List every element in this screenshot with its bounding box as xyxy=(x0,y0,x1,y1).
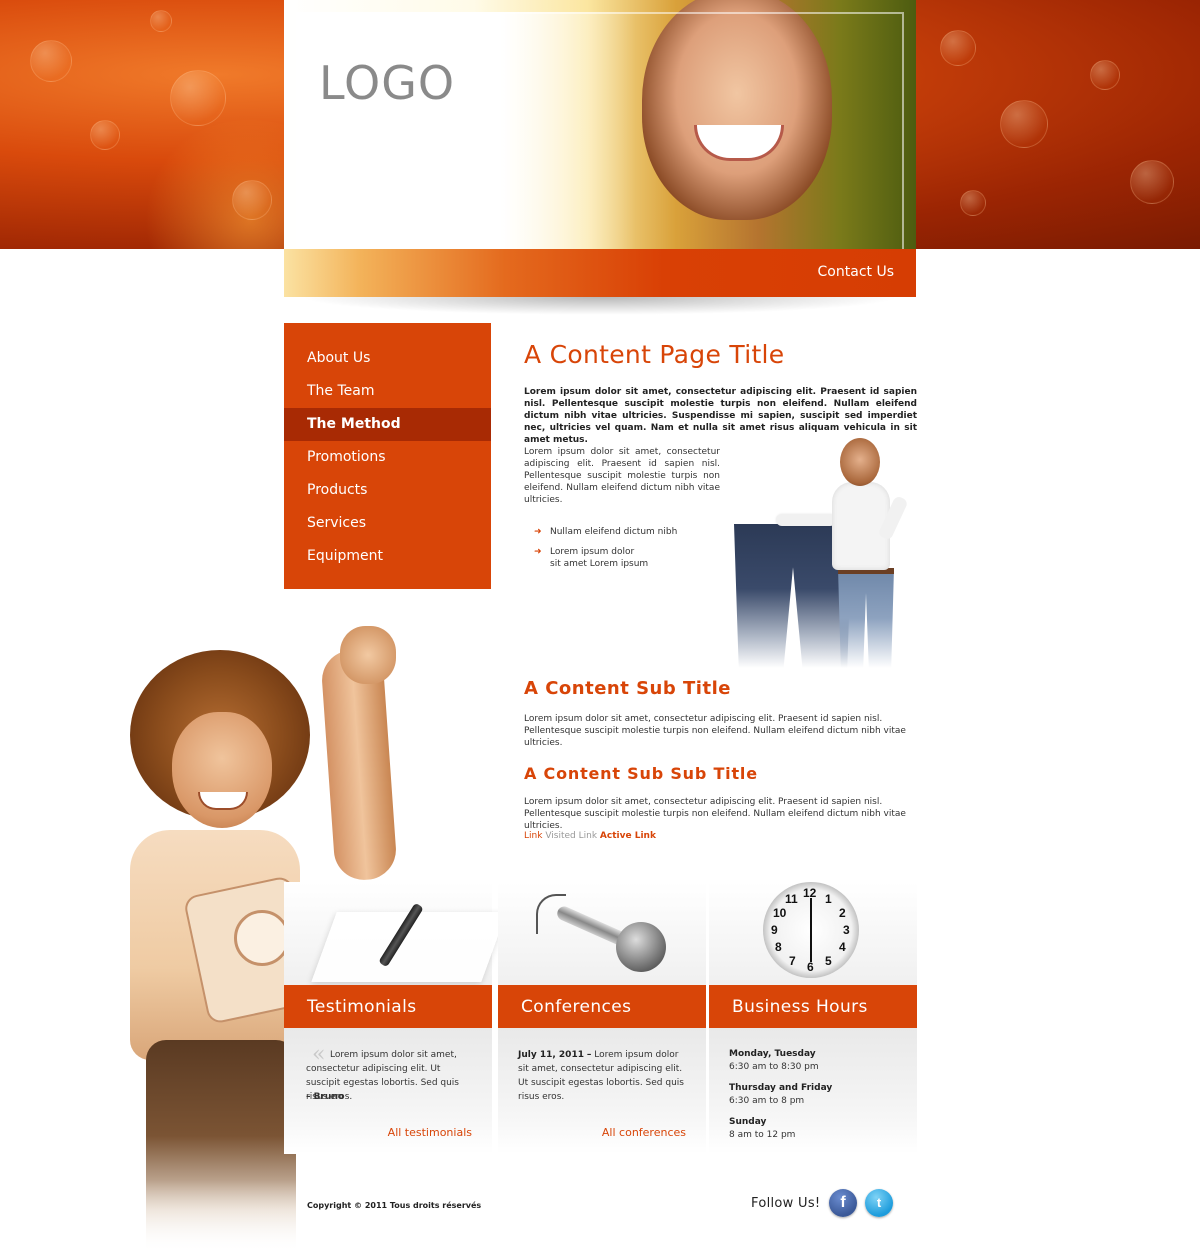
scale-dial xyxy=(234,910,290,966)
hours-day: Monday, Tuesday xyxy=(729,1049,816,1059)
list-item-text: Nullam eleifend dictum nibh xyxy=(550,527,678,537)
water-drop xyxy=(1000,100,1048,148)
header-bar: Contact Us xyxy=(284,249,916,297)
copyright: Copyright © 2011 Tous droits réservés xyxy=(307,1201,482,1210)
clock-number: 8 xyxy=(775,940,782,954)
sidebar-nav: About Us The Team The Method Promotions … xyxy=(284,323,491,589)
business-hours-header: Business Hours xyxy=(709,985,917,1028)
conferences-header: Conferences xyxy=(498,985,706,1028)
water-drop xyxy=(940,30,976,66)
testimonials-title: Testimonials xyxy=(307,997,417,1017)
water-drop xyxy=(1130,160,1174,204)
business-hours-box: 12 1 2 3 4 5 6 7 8 9 10 11 Business Hour… xyxy=(709,882,917,1154)
sub-sub-title-paragraph: Lorem ipsum dolor sit amet, consectetur … xyxy=(524,797,906,831)
content-header: A Content Page Title xyxy=(524,340,917,369)
conference-date: July 11, 2011 xyxy=(518,1050,584,1060)
active-link[interactable]: Active Link xyxy=(600,831,656,841)
microphone-head xyxy=(616,922,666,972)
nav-item-promotions[interactable]: Promotions xyxy=(284,441,491,474)
hours-day: Thursday and Friday xyxy=(729,1083,833,1093)
logo[interactable]: LOGO xyxy=(319,56,455,110)
pen-paper-image xyxy=(284,882,507,985)
clock-hand xyxy=(810,930,812,962)
link[interactable]: Link xyxy=(524,831,542,841)
intro-paragraph: Lorem ipsum dolor sit amet, consectetur … xyxy=(524,447,720,505)
nav-item-the-method[interactable]: The Method xyxy=(284,408,491,441)
hours-time: 6:30 am to 8 pm xyxy=(729,1096,805,1106)
microphone-image xyxy=(498,882,706,985)
clock-number: 4 xyxy=(839,940,846,954)
header-photo xyxy=(284,0,916,249)
clock-number: 10 xyxy=(773,906,787,920)
clock-number: 6 xyxy=(807,960,814,974)
clock-hand xyxy=(810,898,812,930)
list-item-text: sit amet Lorem ipsum xyxy=(550,559,649,569)
water-drop xyxy=(170,70,226,126)
water-drop xyxy=(150,10,172,32)
list-item-text: Lorem ipsum dolor xyxy=(550,547,635,557)
all-conferences-link[interactable]: All conferences xyxy=(602,1126,686,1139)
conferences-title: Conferences xyxy=(521,997,632,1017)
contact-us-link[interactable]: Contact Us xyxy=(818,264,894,280)
list-item: ➜ Nullam eleifend dictum nibh xyxy=(534,526,677,538)
testimonials-body: « Lorem ipsum dolor sit amet, consectetu… xyxy=(284,1028,492,1154)
nav-item-services[interactable]: Services xyxy=(284,507,491,540)
link-styles: Link Visited Link Active Link xyxy=(524,831,656,841)
fist xyxy=(340,626,396,684)
testimonial-author: – Bruno xyxy=(306,1092,344,1102)
follow-us-label: Follow Us! xyxy=(751,1196,821,1211)
clock-number: 11 xyxy=(785,892,798,906)
weight-loss-woman-image xyxy=(728,436,918,668)
clock-number: 3 xyxy=(843,923,850,937)
hours-day: Sunday xyxy=(729,1117,767,1127)
hours-time: 6:30 am to 8:30 pm xyxy=(729,1062,819,1072)
nav-item-about-us[interactable]: About Us xyxy=(284,342,491,375)
sub-title-paragraph: Lorem ipsum dolor sit amet, consectetur … xyxy=(524,714,906,748)
testimonials-box: Testimonials « Lorem ipsum dolor sit ame… xyxy=(284,882,507,1154)
list-item: ➜ Lorem ipsum dolor sit amet Lorem ipsum xyxy=(534,546,677,570)
bullet-list: ➜ Nullam eleifend dictum nibh ➜ Lorem ip… xyxy=(534,526,677,578)
face xyxy=(172,712,272,828)
sub-title: A Content Sub Title xyxy=(524,678,731,699)
arrow-icon: ➜ xyxy=(534,527,542,537)
nav-item-the-team[interactable]: The Team xyxy=(284,375,491,408)
header-shadow xyxy=(300,297,900,315)
clock-number: 7 xyxy=(789,954,796,968)
water-drop xyxy=(1090,60,1120,90)
conference-entry: July 11, 2011 – Lorem ipsum dolor sit am… xyxy=(518,1048,688,1104)
arrow-icon: ➜ xyxy=(534,547,542,557)
conferences-body: July 11, 2011 – Lorem ipsum dolor sit am… xyxy=(498,1028,706,1154)
arm xyxy=(776,514,836,526)
all-testimonials-link[interactable]: All testimonials xyxy=(388,1126,472,1139)
clock-number: 2 xyxy=(839,906,846,920)
clock-number: 9 xyxy=(771,923,778,937)
water-drop xyxy=(90,120,120,150)
clock-number: 5 xyxy=(825,954,832,968)
business-hours-title: Business Hours xyxy=(732,997,868,1017)
clock-icon: 12 1 2 3 4 5 6 7 8 9 10 11 xyxy=(763,882,859,978)
legs xyxy=(838,568,894,668)
testimonials-header: Testimonials xyxy=(284,985,492,1028)
nav-item-equipment[interactable]: Equipment xyxy=(284,540,491,573)
business-hours-body: Monday, Tuesday 6:30 am to 8:30 pm Thurs… xyxy=(709,1028,917,1154)
clock-number: 1 xyxy=(825,892,832,906)
header-photo-border xyxy=(296,12,904,249)
image-fade xyxy=(110,1180,450,1253)
hours-list: Monday, Tuesday 6:30 am to 8:30 pm Thurs… xyxy=(729,1048,909,1150)
sub-sub-title: A Content Sub Sub Title xyxy=(524,764,758,783)
water-drop xyxy=(232,180,272,220)
water-drop xyxy=(30,40,72,82)
conferences-box: Conferences July 11, 2011 – Lorem ipsum … xyxy=(498,882,706,1154)
hours-time: 8 am to 12 pm xyxy=(729,1130,796,1140)
facebook-icon[interactable]: f xyxy=(829,1189,857,1217)
nav-item-products[interactable]: Products xyxy=(284,474,491,507)
visited-link[interactable]: Visited Link xyxy=(545,831,597,841)
page-title: A Content Page Title xyxy=(524,340,785,369)
clock-image: 12 1 2 3 4 5 6 7 8 9 10 11 xyxy=(709,882,917,985)
head xyxy=(840,438,880,486)
twitter-icon[interactable]: t xyxy=(865,1189,893,1217)
water-drop xyxy=(960,190,986,216)
conference-dash: – xyxy=(586,1050,592,1060)
